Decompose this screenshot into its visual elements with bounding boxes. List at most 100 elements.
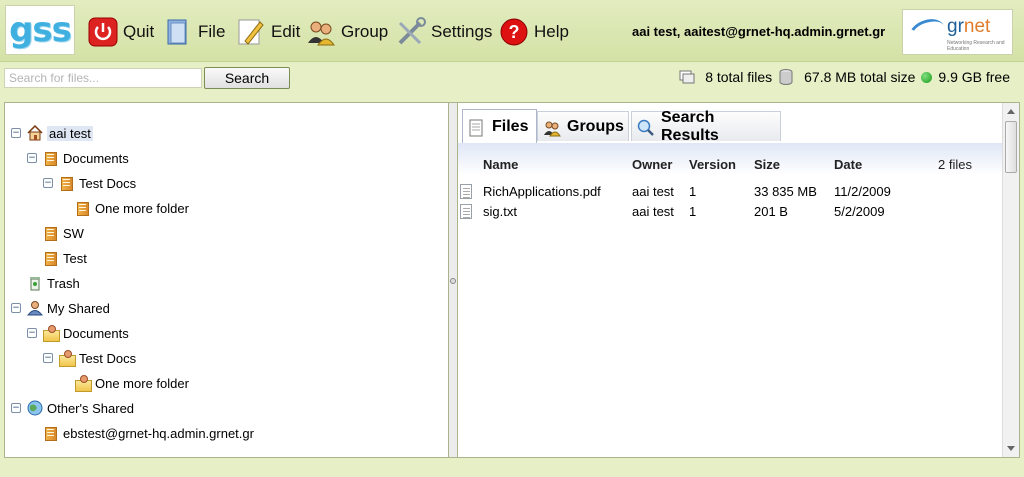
storage-stats: 8 total files 67.8 MB total size 9.9 GB … <box>679 69 1010 85</box>
folder-icon <box>43 425 59 441</box>
free-space-text: 9.9 GB free <box>938 69 1010 85</box>
collapse-toggle[interactable]: − <box>43 178 53 188</box>
tree-item-documents[interactable]: − Documents <box>27 148 129 168</box>
tree-item-label: Other's Shared <box>47 400 135 416</box>
tree-item-label: Documents <box>63 150 129 166</box>
file-version: 1 <box>689 184 697 199</box>
tree-item-label: Test <box>63 250 87 266</box>
file-icon <box>163 17 193 47</box>
tab-groups[interactable]: Groups <box>537 111 629 141</box>
tree-item-shared-documents[interactable]: − Documents <box>27 323 129 343</box>
file-date: 5/2/2009 <box>834 204 885 219</box>
trash-icon <box>27 275 43 291</box>
settings-label: Settings <box>431 22 493 41</box>
column-header-version[interactable]: Version <box>689 157 736 172</box>
folder-icon <box>43 225 59 241</box>
table-row[interactable]: RichApplications.pdf aai test 1 33 835 M… <box>458 182 1003 202</box>
files-count-icon <box>679 69 695 85</box>
edit-menu-button[interactable]: Edit <box>236 14 300 50</box>
quit-label: Quit <box>123 22 155 41</box>
disk-icon <box>778 69 794 85</box>
shared-folder-icon <box>59 350 76 367</box>
group-menu-button[interactable]: Group <box>306 14 388 50</box>
help-icon: ? <box>499 17 529 47</box>
tree-item-others-shared[interactable]: − Other's Shared <box>11 398 134 418</box>
tab-search-results-label: Search Results <box>661 108 719 144</box>
svg-text:?: ? <box>509 22 520 42</box>
file-name: sig.txt <box>483 204 517 219</box>
gss-logo[interactable]: gss <box>5 5 75 55</box>
folder-icon <box>75 200 91 216</box>
column-header-owner[interactable]: Owner <box>632 157 672 172</box>
folder-icon <box>43 150 59 166</box>
file-version: 1 <box>689 204 697 219</box>
search-input[interactable] <box>4 68 202 88</box>
file-list-panel: Files Groups Search Results Name Owner V… <box>457 102 1020 458</box>
search-button[interactable]: Search <box>204 67 290 89</box>
tree-item-my-shared[interactable]: − My Shared <box>11 298 110 318</box>
file-name: RichApplications.pdf <box>483 184 601 199</box>
grnet-logo-text: grnet <box>947 16 991 37</box>
search-button-label: Search <box>224 70 270 86</box>
folder-tree-panel: − aai test − Documents − Test Docs One m… <box>4 102 449 458</box>
file-menu-button[interactable]: File <box>163 14 225 50</box>
document-icon <box>460 204 472 219</box>
shared-folder-icon <box>75 375 92 392</box>
panel-splitter[interactable] <box>449 102 457 458</box>
quit-menu-button[interactable]: Quit <box>88 14 154 50</box>
user-icon <box>26 300 44 316</box>
column-header-name[interactable]: Name <box>483 157 518 172</box>
tree-item-label: My Shared <box>47 300 110 316</box>
collapse-toggle[interactable]: − <box>43 353 53 363</box>
total-size-text: 67.8 MB total size <box>804 69 916 85</box>
document-icon <box>460 184 472 199</box>
tree-item-home[interactable]: − aai test <box>11 123 93 143</box>
column-header-date[interactable]: Date <box>834 157 862 172</box>
tree-item-label: Test Docs <box>79 350 137 366</box>
scrollbar-thumb[interactable] <box>1005 121 1017 173</box>
tree-item-test[interactable]: Test <box>43 248 87 268</box>
column-header-size[interactable]: Size <box>754 157 780 172</box>
help-label: Help <box>534 22 569 41</box>
collapse-toggle[interactable]: − <box>11 303 21 313</box>
collapse-toggle[interactable]: − <box>27 328 37 338</box>
grnet-logo: grnet Networking Research and Education <box>902 9 1013 55</box>
settings-menu-button[interactable]: Settings <box>396 14 492 50</box>
file-size: 201 B <box>754 204 788 219</box>
file-owner: aai test <box>632 204 674 219</box>
table-row[interactable]: sig.txt aai test 1 201 B 5/2/2009 <box>458 202 1003 222</box>
edit-label: Edit <box>271 22 301 41</box>
magnifier-icon <box>637 119 654 136</box>
power-icon <box>88 17 118 47</box>
groups-icon <box>543 119 561 136</box>
vertical-scrollbar[interactable] <box>1002 103 1019 457</box>
tree-item-test-docs[interactable]: − Test Docs <box>43 173 136 193</box>
free-space-indicator-icon <box>921 71 933 83</box>
tab-files[interactable]: Files <box>462 109 537 143</box>
help-menu-button[interactable]: ? Help <box>499 14 569 50</box>
collapse-toggle[interactable]: − <box>11 128 21 138</box>
scroll-up-icon[interactable] <box>1007 109 1015 114</box>
files-icon <box>468 119 484 136</box>
tree-item-sw[interactable]: SW <box>43 223 84 243</box>
group-icon <box>306 17 336 47</box>
file-table-header: Name Owner Version Size Date 2 files <box>458 143 1003 175</box>
tab-search-results[interactable]: Search Results <box>631 109 781 144</box>
scroll-down-icon[interactable] <box>1007 446 1015 451</box>
tree-item-label: Documents <box>63 325 129 341</box>
top-toolbar: gss Quit File Edit Group Settings ? Help… <box>0 0 1024 62</box>
tree-item-shared-one-more-folder[interactable]: One more folder <box>75 373 189 393</box>
globe-icon <box>27 400 43 416</box>
tree-item-label: SW <box>63 225 84 241</box>
splitter-grip-icon[interactable] <box>450 278 456 284</box>
tree-item-one-more-folder[interactable]: One more folder <box>75 198 189 218</box>
tree-item-trash[interactable]: Trash <box>27 273 80 293</box>
tree-item-shared-test-docs[interactable]: − Test Docs <box>43 348 136 368</box>
collapse-toggle[interactable]: − <box>27 153 37 163</box>
group-label: Group <box>341 22 389 41</box>
collapse-toggle[interactable]: − <box>11 403 21 413</box>
grnet-swoosh <box>905 14 949 50</box>
tools-icon <box>396 17 426 47</box>
tree-item-ebstest[interactable]: ebstest@grnet-hq.admin.grnet.gr <box>43 423 254 443</box>
grnet-tagline: Networking Research and Education <box>947 40 1005 52</box>
